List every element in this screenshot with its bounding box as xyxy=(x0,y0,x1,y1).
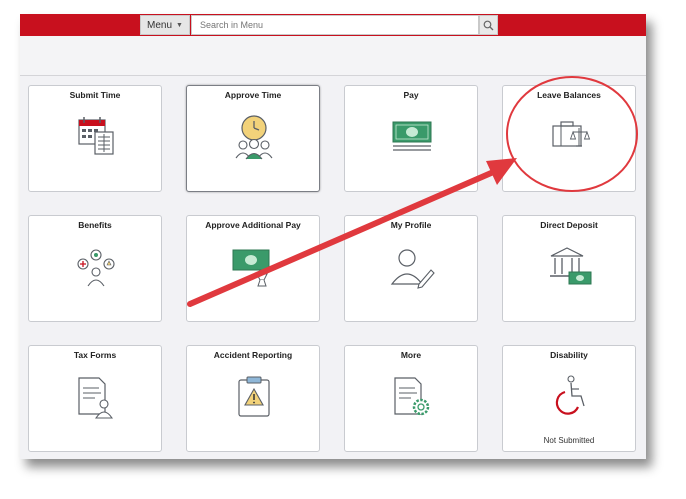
approve-time-icon xyxy=(235,115,273,160)
tile-title: Benefits xyxy=(78,220,112,230)
tile-title: Submit Time xyxy=(69,90,121,100)
sub-header-bar xyxy=(20,36,646,76)
tile-title: Approve Additional Pay xyxy=(205,220,301,230)
tile-title: More xyxy=(400,350,422,360)
tile-my-profile[interactable]: My Profile xyxy=(344,215,478,322)
tile-title: Disability xyxy=(550,350,588,360)
additional-pay-icon xyxy=(232,249,270,287)
status-text: Not Submitted xyxy=(543,436,595,445)
search-input[interactable] xyxy=(191,15,479,35)
menu-button[interactable]: Menu ▼ xyxy=(140,15,190,35)
tile-disability[interactable]: Disability Not Submitted xyxy=(502,345,636,452)
menu-label: Menu xyxy=(147,19,173,31)
search-button[interactable] xyxy=(479,15,498,35)
profile-icon xyxy=(390,249,435,289)
bank-icon xyxy=(550,247,592,285)
tile-title: Tax Forms xyxy=(73,350,117,360)
tile-more[interactable]: More xyxy=(344,345,478,452)
tile-title: Approve Time xyxy=(224,90,282,100)
calendar-icon xyxy=(78,117,114,155)
tile-title: My Profile xyxy=(390,220,432,230)
tile-title: Direct Deposit xyxy=(540,220,598,230)
tax-form-icon xyxy=(78,377,114,419)
tile-benefits[interactable]: Benefits xyxy=(28,215,162,322)
leave-balances-icon xyxy=(552,121,591,147)
tile-approve-time[interactable]: Approve Time xyxy=(186,85,320,192)
money-icon xyxy=(392,121,432,151)
tile-submit-time[interactable]: Submit Time xyxy=(28,85,162,192)
search-icon xyxy=(483,20,494,30)
wheelchair-icon xyxy=(555,375,585,415)
app-window: Menu ▼ Submit Time xyxy=(20,14,646,459)
tile-approve-additional-pay[interactable]: Approve Additional Pay xyxy=(186,215,320,322)
tile-pay[interactable]: Pay xyxy=(344,85,478,192)
tile-title: Accident Reporting xyxy=(213,350,293,360)
tile-leave-balances[interactable]: Leave Balances xyxy=(502,85,636,192)
clipboard-warning-icon xyxy=(238,376,270,417)
document-gear-icon xyxy=(394,377,430,416)
chevron-down-icon: ▼ xyxy=(176,21,183,29)
top-bar: Menu ▼ xyxy=(20,14,646,36)
tile-title: Pay xyxy=(403,90,419,100)
tile-accident-reporting[interactable]: Accident Reporting xyxy=(186,345,320,452)
tile-title: Leave Balances xyxy=(537,90,601,100)
benefits-icon xyxy=(77,249,115,287)
tile-tax-forms[interactable]: Tax Forms xyxy=(28,345,162,452)
tile-direct-deposit[interactable]: Direct Deposit xyxy=(502,215,636,322)
